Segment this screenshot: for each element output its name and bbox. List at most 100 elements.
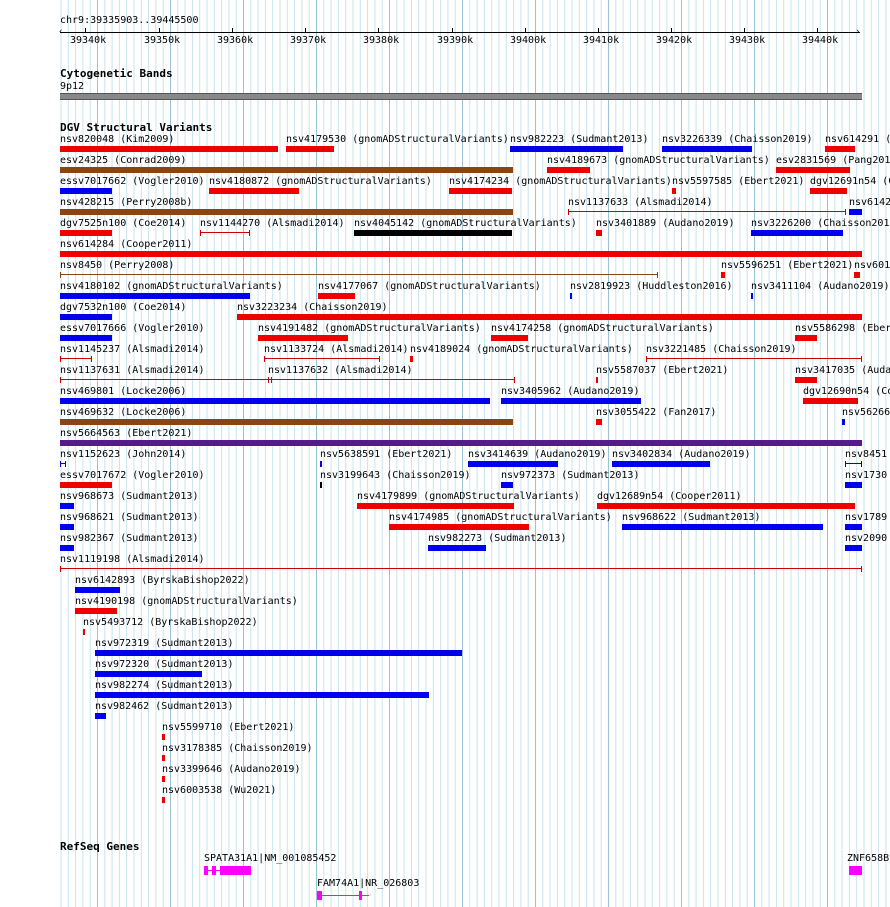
dgv-feature-label[interactable]: dgv12690n54 (Cooper2011)	[803, 386, 890, 397]
dgv-feature-label[interactable]: nsv8450 (Perry2008)	[60, 260, 174, 271]
dgv-feature-label[interactable]: nsv3199643 (Chaisson2019)	[320, 470, 471, 481]
dgv-feature-label[interactable]: nsv614284 (Cooper2011)	[60, 239, 192, 250]
dgv-feature-label[interactable]: nsv4174258 (gnomADStructuralVariants)	[491, 323, 714, 334]
dgv-feature-bar[interactable]	[810, 188, 847, 194]
dgv-feature-label[interactable]: nsv1137633 (Alsmadi2014)	[568, 197, 713, 208]
dgv-feature-bar[interactable]	[83, 629, 85, 635]
dgv-feature-bar[interactable]	[60, 146, 278, 152]
dgv-feature-label[interactable]: nsv4190198 (gnomADStructuralVariants)	[75, 596, 298, 607]
dgv-feature-bar[interactable]	[612, 461, 710, 467]
dgv-feature-bar[interactable]	[60, 335, 112, 341]
dgv-feature-bar[interactable]	[751, 230, 843, 236]
dgv-feature-bar[interactable]	[596, 419, 602, 425]
dgv-feature-label[interactable]: nsv982223 (Sudmant2013)	[510, 134, 648, 145]
dgv-feature-bar[interactable]	[75, 587, 120, 593]
dgv-feature-bar[interactable]	[320, 461, 322, 467]
dgv-feature-bar[interactable]	[845, 482, 862, 488]
dgv-feature-label[interactable]: dgv7532n100 (Coe2014)	[60, 302, 186, 313]
dgv-feature-label[interactable]: essv7017662 (Vogler2010)	[60, 176, 205, 187]
dgv-feature-label[interactable]: nsv1144270 (Alsmadi2014)	[200, 218, 345, 229]
dgv-feature-label[interactable]: nsv4174234 (gnomADStructuralVariants)	[449, 176, 672, 187]
dgv-feature-label[interactable]: nsv968622 (Sudmant2013)	[622, 512, 760, 523]
dgv-feature-bar[interactable]	[258, 335, 348, 341]
dgv-feature-bar[interactable]	[662, 146, 752, 152]
dgv-feature-label[interactable]: essv7017666 (Vogler2010)	[60, 323, 205, 334]
dgv-feature-label[interactable]: nsv4189673 (gnomADStructuralVariants)	[547, 155, 770, 166]
dgv-feature-bar[interactable]	[162, 734, 165, 740]
dgv-feature-label[interactable]: nsv428215 (Perry2008b)	[60, 197, 192, 208]
dgv-feature-line[interactable]	[60, 271, 658, 278]
dgv-feature-label[interactable]: nsv3223234 (Chaisson2019)	[237, 302, 388, 313]
dgv-feature-bar[interactable]	[318, 293, 355, 299]
dgv-feature-bar[interactable]	[60, 251, 862, 257]
dgv-feature-label[interactable]: esv2831569 (Pang2010)	[776, 155, 890, 166]
dgv-feature-label[interactable]: dgv12689n54 (Cooper2011)	[597, 491, 742, 502]
dgv-feature-label[interactable]: nsv3226200 (Chaisson2019)	[751, 218, 890, 229]
dgv-feature-label[interactable]: nsv5493712 (ByrskaBishop2022)	[83, 617, 258, 628]
dgv-feature-bar[interactable]	[60, 440, 862, 446]
dgv-feature-bar[interactable]	[795, 377, 817, 383]
dgv-feature-bar[interactable]	[60, 314, 112, 320]
dgv-feature-label[interactable]: nsv2819923 (Huddleston2016)	[570, 281, 733, 292]
dgv-feature-bar[interactable]	[60, 419, 513, 425]
dgv-feature-label[interactable]: nsv4189024 (gnomADStructuralVariants)	[410, 344, 633, 355]
dgv-feature-bar[interactable]	[845, 524, 862, 530]
dgv-feature-bar[interactable]	[60, 293, 250, 299]
dgv-feature-bar[interactable]	[162, 755, 165, 761]
dgv-feature-bar[interactable]	[468, 461, 558, 467]
dgv-feature-bar[interactable]	[491, 335, 528, 341]
dgv-feature-bar[interactable]	[570, 293, 572, 299]
dgv-feature-label[interactable]: nsv3221485 (Chaisson2019)	[646, 344, 797, 355]
dgv-feature-bar[interactable]	[547, 167, 590, 173]
dgv-feature-label[interactable]: nsv968621 (Sudmant2013)	[60, 512, 198, 523]
dgv-feature-label[interactable]: nsv1145237 (Alsmadi2014)	[60, 344, 205, 355]
dgv-feature-line[interactable]	[60, 355, 92, 362]
dgv-feature-line[interactable]	[60, 460, 66, 467]
dgv-feature-bar[interactable]	[596, 230, 602, 236]
dgv-feature-bar[interactable]	[721, 272, 725, 278]
dgv-feature-bar[interactable]	[596, 377, 598, 383]
dgv-feature-bar[interactable]	[854, 272, 860, 278]
dgv-feature-bar[interactable]	[410, 356, 413, 362]
dgv-feature-line[interactable]	[568, 208, 846, 215]
dgv-feature-label[interactable]: nsv3417035 (Audano2019)	[795, 365, 890, 376]
dgv-feature-bar[interactable]	[60, 188, 112, 194]
dgv-feature-line[interactable]	[268, 376, 272, 383]
refseq-gene-exon[interactable]	[220, 866, 251, 875]
dgv-feature-bar[interactable]	[209, 188, 299, 194]
dgv-feature-label[interactable]: nsv1789	[845, 512, 887, 523]
dgv-feature-label[interactable]: nsv5586298 (Ebert2021)	[795, 323, 890, 334]
dgv-feature-bar[interactable]	[842, 419, 845, 425]
dgv-feature-bar[interactable]	[672, 188, 676, 194]
dgv-feature-bar[interactable]	[60, 230, 112, 236]
dgv-feature-label[interactable]: dgv7525n100 (Coe2014)	[60, 218, 186, 229]
dgv-feature-bar[interactable]	[60, 482, 112, 488]
dgv-feature-label[interactable]: nsv1119198 (Alsmadi2014)	[60, 554, 205, 565]
dgv-feature-label[interactable]: nsv5596251 (Ebert2021)	[721, 260, 853, 271]
dgv-feature-bar[interactable]	[501, 482, 513, 488]
dgv-feature-label[interactable]: nsv3055422 (Fan2017)	[596, 407, 716, 418]
cytoband-bar[interactable]	[60, 93, 862, 100]
dgv-feature-bar[interactable]	[776, 167, 850, 173]
dgv-feature-label[interactable]: nsv3178385 (Chaisson2019)	[162, 743, 313, 754]
dgv-feature-label[interactable]: nsv3405962 (Audano2019)	[501, 386, 639, 397]
dgv-feature-bar[interactable]	[501, 398, 641, 404]
dgv-feature-line[interactable]	[264, 355, 380, 362]
refseq-gene-exon[interactable]	[212, 866, 216, 875]
dgv-feature-line[interactable]	[845, 460, 862, 467]
dgv-feature-label[interactable]: nsv982462 (Sudmant2013)	[95, 701, 233, 712]
refseq-gene-exon[interactable]	[317, 891, 322, 900]
dgv-feature-bar[interactable]	[510, 146, 623, 152]
dgv-feature-label[interactable]: nsv6142	[849, 197, 890, 208]
dgv-feature-label[interactable]: nsv3401889 (Audano2019)	[596, 218, 734, 229]
dgv-feature-label[interactable]: nsv1730	[845, 470, 887, 481]
dgv-feature-label[interactable]: nsv972319 (Sudmant2013)	[95, 638, 233, 649]
dgv-feature-label[interactable]: nsv3226339 (Chaisson2019)	[662, 134, 813, 145]
dgv-feature-label[interactable]: nsv3402834 (Audano2019)	[612, 449, 750, 460]
dgv-feature-bar[interactable]	[237, 314, 862, 320]
dgv-feature-bar[interactable]	[320, 482, 322, 488]
dgv-feature-bar[interactable]	[75, 608, 117, 614]
dgv-feature-bar[interactable]	[162, 776, 165, 782]
dgv-feature-label[interactable]: nsv1137632 (Alsmadi2014)	[268, 365, 413, 376]
dgv-feature-bar[interactable]	[849, 209, 862, 215]
